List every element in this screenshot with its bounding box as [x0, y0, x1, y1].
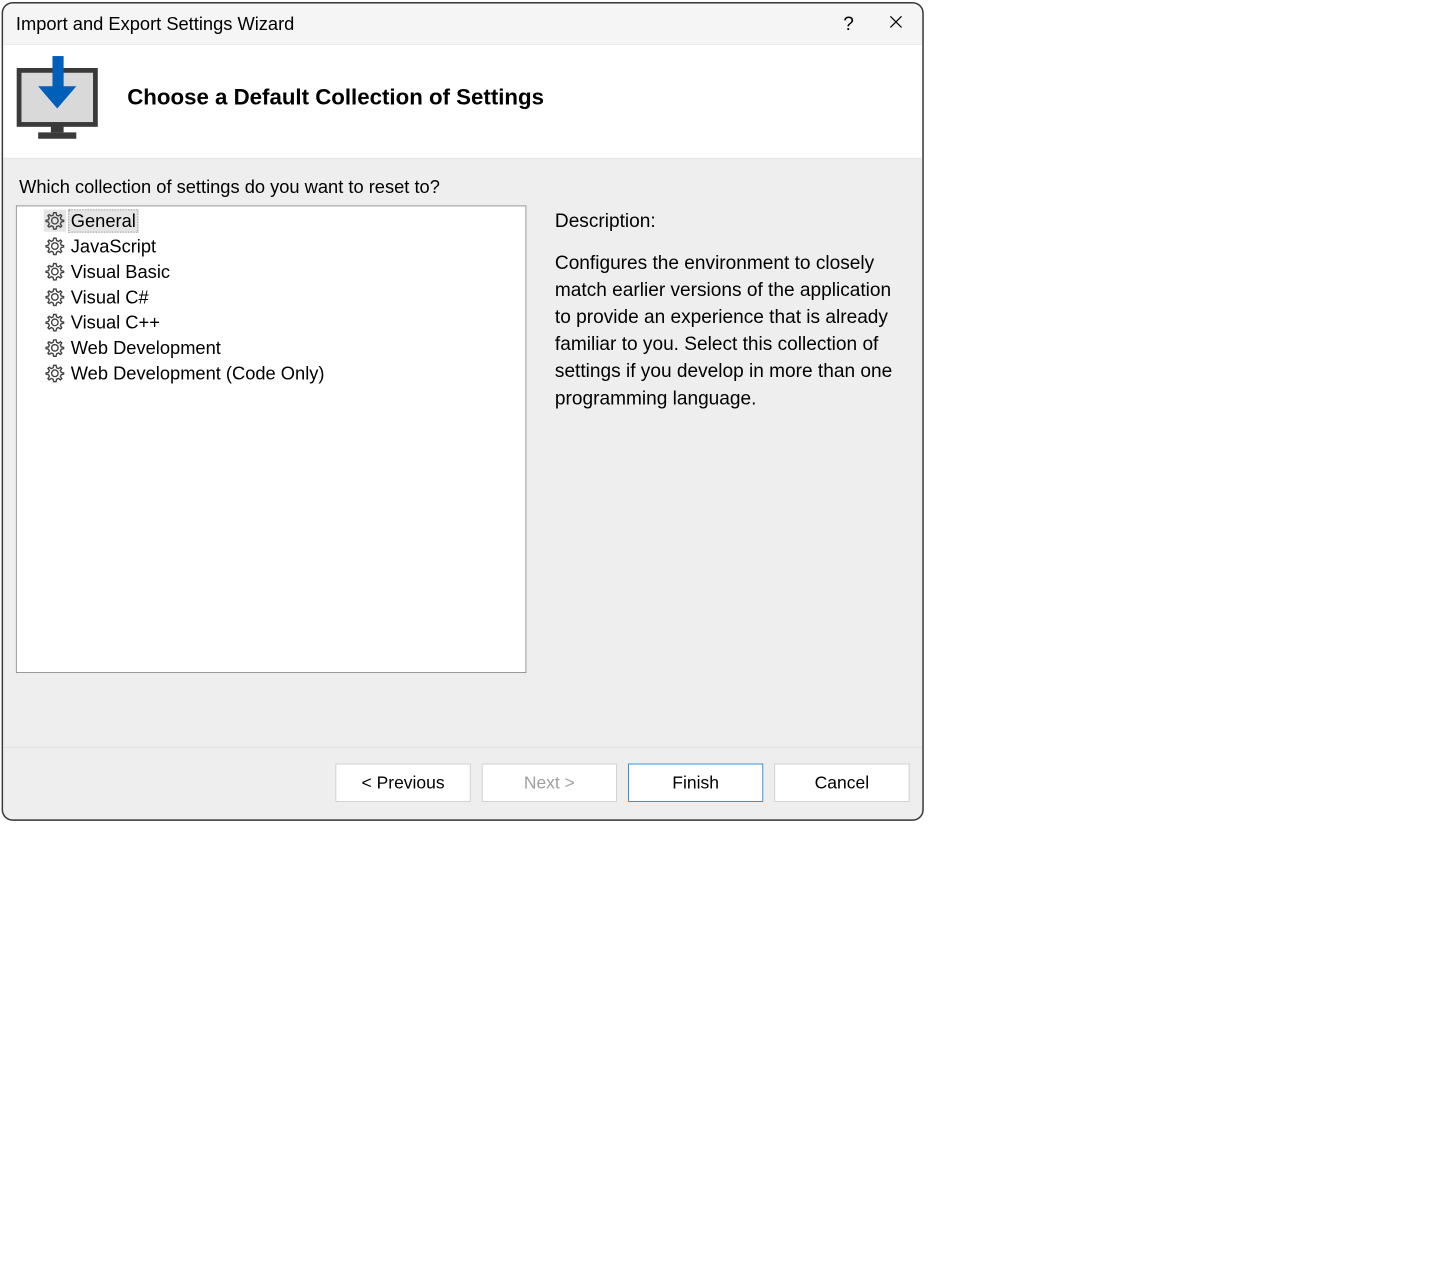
wizard-footer: < Previous Next > Finish Cancel: [3, 747, 922, 819]
window-title: Import and Export Settings Wizard: [16, 13, 843, 34]
list-item-label: Web Development: [69, 337, 222, 358]
previous-button[interactable]: < Previous: [335, 764, 470, 802]
finish-button[interactable]: Finish: [628, 764, 763, 802]
close-icon: [889, 14, 903, 28]
description-panel: Description: Configures the environment …: [555, 206, 910, 735]
list-item[interactable]: JavaScript: [18, 233, 524, 258]
list-item-label: Visual C++: [69, 312, 161, 333]
prompt-label: Which collection of settings do you want…: [16, 176, 910, 197]
list-item[interactable]: Visual C#: [18, 284, 524, 309]
list-item-label: Visual Basic: [69, 261, 171, 282]
titlebar-controls: ?: [843, 13, 909, 35]
list-item-label: Web Development (Code Only): [69, 363, 326, 384]
content-row: General JavaScript Visual Basic Visual C# Vi…: [16, 206, 910, 735]
gear-icon: [44, 362, 66, 384]
wizard-body: Which collection of settings do you want…: [3, 159, 922, 747]
list-item-label: Visual C#: [69, 286, 150, 307]
description-heading: Description:: [555, 210, 910, 232]
list-item[interactable]: Web Development (Code Only): [18, 361, 524, 386]
description-text: Configures the environment to closely ma…: [555, 250, 905, 413]
gear-icon: [44, 337, 66, 359]
list-item[interactable]: General: [18, 208, 524, 233]
list-item[interactable]: Visual C++: [18, 310, 524, 335]
wizard-dialog: Import and Export Settings Wizard ?: [2, 2, 924, 821]
gear-icon: [44, 209, 66, 231]
close-button[interactable]: [889, 14, 903, 33]
gear-icon: [44, 235, 66, 257]
gear-icon: [44, 260, 66, 282]
import-icon: [14, 56, 100, 143]
next-button[interactable]: Next >: [482, 764, 617, 802]
gear-icon: [44, 311, 66, 333]
cancel-button[interactable]: Cancel: [774, 764, 909, 802]
gear-icon: [44, 286, 66, 308]
settings-collection-list[interactable]: General JavaScript Visual Basic Visual C# Vi…: [16, 206, 526, 673]
wizard-header: Choose a Default Collection of Settings: [3, 45, 922, 159]
list-item[interactable]: Web Development: [18, 335, 524, 360]
list-item-label: JavaScript: [69, 235, 158, 256]
list-item-label: General: [69, 210, 137, 231]
list-item[interactable]: Visual Basic: [18, 259, 524, 284]
help-button[interactable]: ?: [843, 13, 854, 35]
titlebar: Import and Export Settings Wizard ?: [3, 4, 922, 45]
page-title: Choose a Default Collection of Settings: [127, 85, 544, 110]
